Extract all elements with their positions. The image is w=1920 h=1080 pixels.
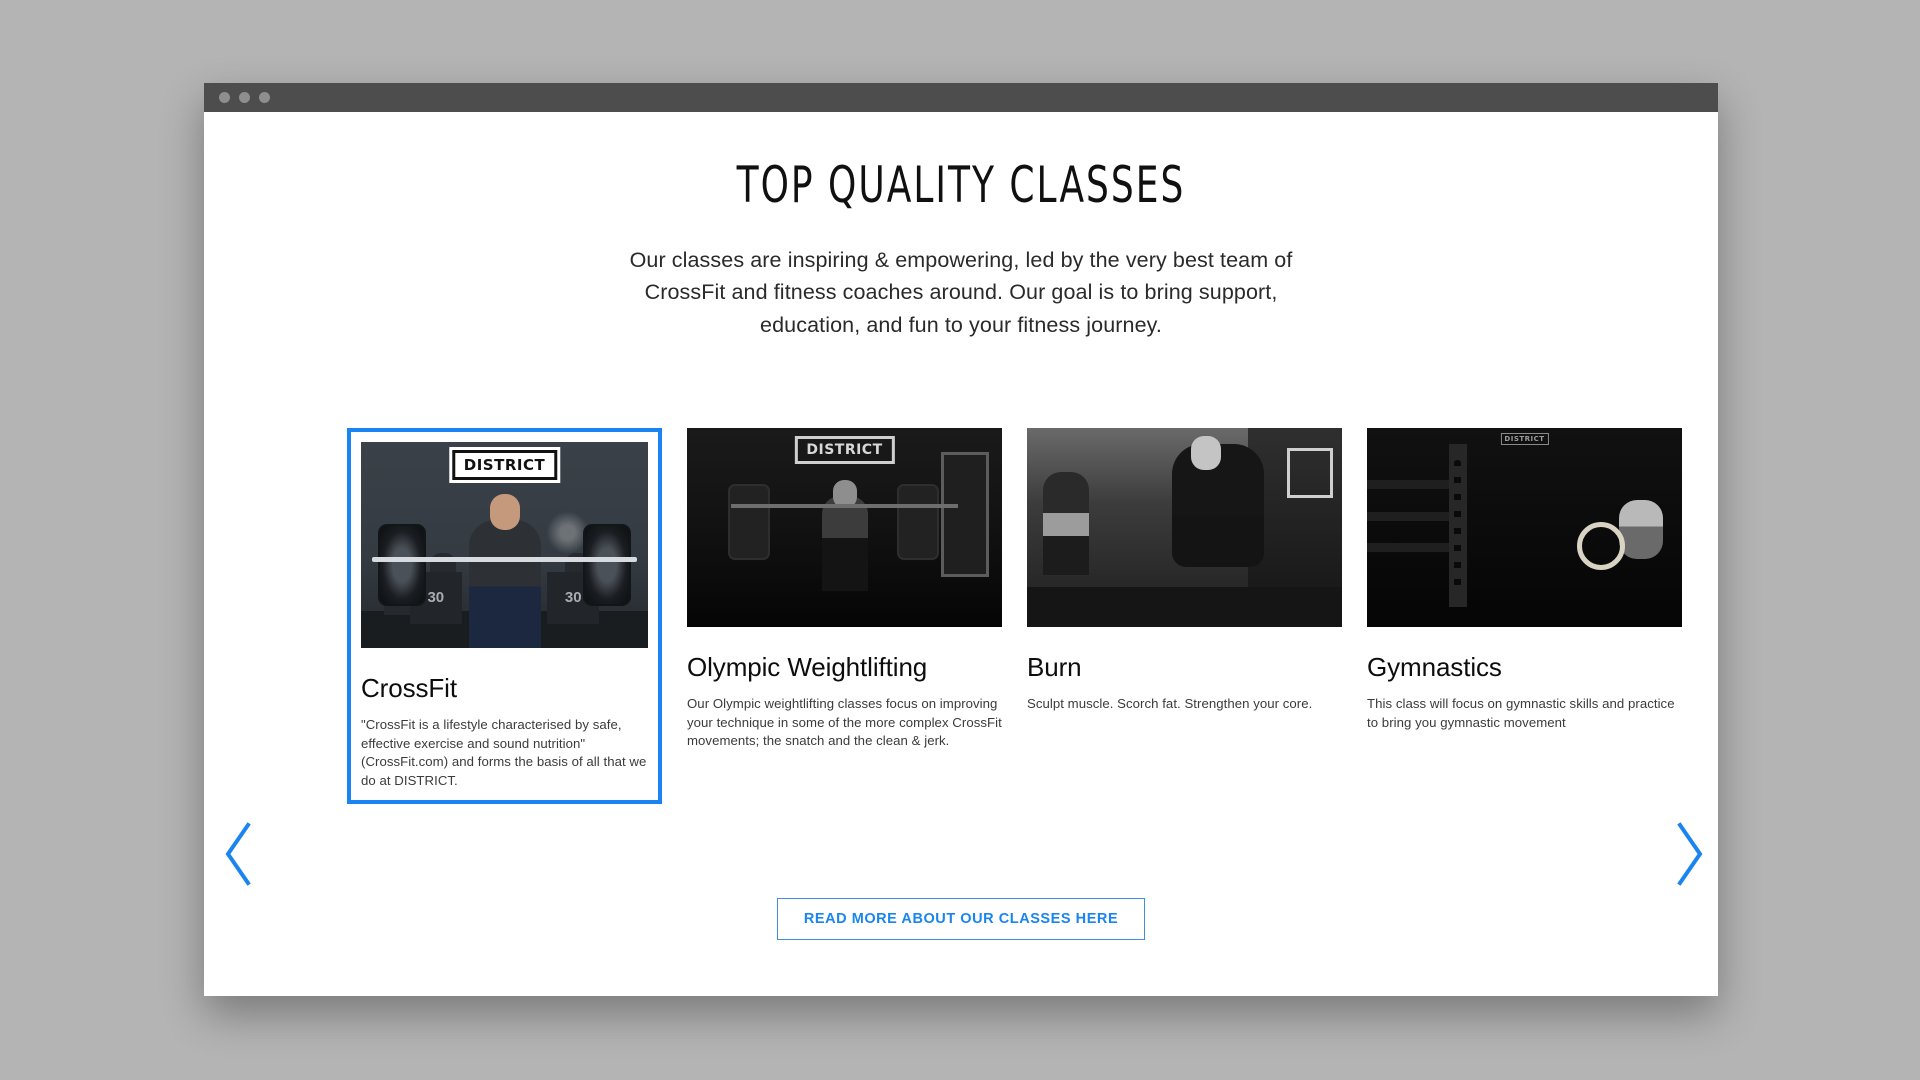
carousel-next-button[interactable] (1668, 819, 1708, 889)
chevron-right-icon (1677, 822, 1703, 886)
cta-container: READ MORE ABOUT OUR CLASSES HERE (204, 898, 1718, 940)
class-card-title: CrossFit (361, 673, 457, 703)
chevron-left-icon (225, 822, 251, 886)
class-card-title: Olympic Weightlifting (687, 652, 928, 682)
class-card-burn[interactable]: Burn Sculpt muscle. Scorch fat. Strength… (1027, 428, 1342, 805)
read-more-classes-button[interactable]: READ MORE ABOUT OUR CLASSES HERE (776, 898, 1146, 940)
class-card-title: Burn (1027, 652, 1082, 682)
minimize-icon[interactable] (239, 92, 250, 103)
class-card-gymnastics[interactable]: DISTRICT Gymnastics This class will focu… (1367, 428, 1682, 805)
section-subtitle: Our classes are inspiring & empowering, … (629, 247, 1293, 337)
class-card-description: Our Olympic weightlifting classes focus … (687, 696, 1002, 749)
page-content: TOP QUALITY CLASSES Our classes are insp… (204, 112, 1718, 996)
screen: TOP QUALITY CLASSES Our classes are insp… (0, 0, 1920, 1080)
class-card-image (1027, 428, 1342, 627)
carousel-track: 30 30 DISTRICT CrossFit "CrossFit is a l… (347, 428, 1682, 805)
class-card-image: DISTRICT (1367, 428, 1682, 627)
classes-carousel: 30 30 DISTRICT CrossFit "CrossFit is a l… (204, 428, 1718, 886)
class-card-description: This class will focus on gymnastic skill… (1367, 696, 1675, 730)
district-logo-sign: DISTRICT (1500, 433, 1549, 445)
maximize-icon[interactable] (259, 92, 270, 103)
page-title: TOP QUALITY CLASSES (736, 156, 1186, 214)
class-card-description: "CrossFit is a lifestyle characterised b… (361, 717, 647, 788)
class-card-image: DISTRICT (687, 428, 1002, 627)
browser-window: TOP QUALITY CLASSES Our classes are insp… (204, 83, 1718, 996)
class-card-crossfit[interactable]: 30 30 DISTRICT CrossFit "CrossFit is a l… (347, 428, 662, 805)
carousel-prev-button[interactable] (220, 819, 260, 889)
district-logo-sign: DISTRICT (451, 450, 558, 480)
browser-titlebar (204, 83, 1718, 112)
class-card-title: Gymnastics (1367, 652, 1502, 682)
class-card-description: Sculpt muscle. Scorch fat. Strengthen yo… (1027, 696, 1313, 711)
close-icon[interactable] (219, 92, 230, 103)
district-logo-sign: DISTRICT (794, 436, 895, 464)
class-card-image: 30 30 DISTRICT (361, 442, 648, 648)
class-card-olympic-weightlifting[interactable]: DISTRICT Olympic Weightlifting Our Olymp… (687, 428, 1002, 805)
